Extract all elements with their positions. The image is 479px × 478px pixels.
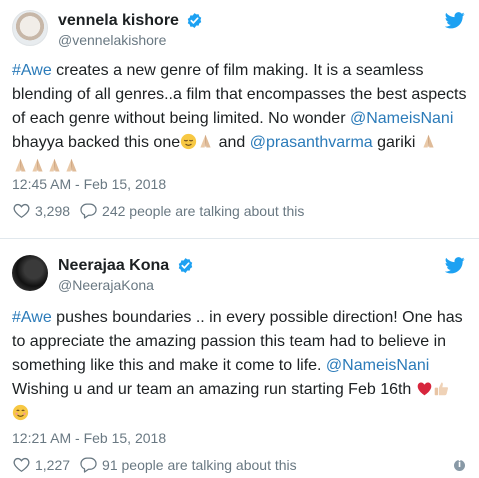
comment-bubble-icon (80, 203, 97, 219)
hashtag-link[interactable]: #Awe (12, 62, 52, 79)
smiling-face-emoji (12, 404, 29, 421)
mention-link[interactable]: @NameisNani (326, 357, 429, 374)
comment-bubble-icon (80, 457, 97, 473)
handle[interactable]: @vennelakishore (58, 31, 203, 49)
like-button[interactable]: 3,298 (12, 201, 70, 220)
like-count: 1,227 (35, 456, 71, 473)
tweet-timestamp[interactable]: 12:21 AM - Feb 15, 2018 (12, 429, 166, 447)
display-name[interactable]: vennela kishore (58, 11, 179, 30)
folded-hands-emoji (15, 158, 26, 172)
like-button[interactable]: 1,227 (12, 455, 70, 474)
twitter-bird-icon[interactable] (445, 257, 465, 274)
info-icon[interactable]: i (454, 460, 465, 471)
red-heart-emoji (417, 382, 432, 396)
tweet-text-segment: gariki (372, 134, 420, 151)
tweet-text: #Awe creates a new genre of film making.… (12, 59, 467, 179)
folded-hands-emoji (49, 158, 60, 172)
heart-icon (13, 457, 30, 472)
tweet-timestamp[interactable]: 12:45 AM - Feb 15, 2018 (12, 175, 166, 193)
mention-link[interactable]: @NameisNani (350, 110, 453, 127)
display-name[interactable]: Neerajaa Kona (58, 256, 169, 275)
talking-link[interactable]: 242 people are talking about this (79, 201, 304, 220)
handle[interactable]: @NeerajaKona (58, 276, 194, 294)
mention-link[interactable]: @prasanthvarma (250, 134, 373, 151)
folded-hands-emoji (423, 134, 434, 148)
tweet-text-segment: and (214, 134, 250, 151)
avatar[interactable] (12, 255, 48, 291)
tweet-header: vennela kishore @vennelakishore (12, 10, 467, 50)
twitter-bird-icon[interactable] (445, 12, 465, 29)
talking-count: 242 people are talking about this (102, 202, 305, 219)
author-names: Neerajaa Kona @NeerajaKona (58, 256, 194, 294)
folded-hands-emoji (66, 158, 77, 172)
verified-badge-icon (178, 258, 192, 273)
folded-hands-emoji (200, 134, 211, 148)
talking-link[interactable]: 91 people are talking about this (79, 455, 297, 474)
avatar[interactable] (12, 10, 48, 46)
verified-badge-icon (188, 13, 202, 28)
author-names: vennela kishore @vennelakishore (58, 11, 203, 49)
tweet-text-segment: bhayya backed this one (12, 134, 181, 151)
tweet-card: vennela kishore @vennelakishore #Awe cre… (0, 0, 479, 238)
tweet-text: #Awe pushes boundaries .. in every possi… (12, 306, 467, 426)
like-count: 3,298 (35, 202, 71, 219)
heart-icon (13, 203, 30, 218)
tweet-text-segment: Wishing u and ur team an amazing run sta… (12, 381, 412, 398)
tweet-actions: 3,298 242 people are talking about this (12, 201, 313, 220)
hashtag-link[interactable]: #Awe (12, 309, 52, 326)
thumbs-up-emoji (434, 382, 448, 396)
talking-count: 91 people are talking about this (102, 456, 297, 473)
folded-hands-emoji (32, 158, 43, 172)
relieved-face-emoji (180, 133, 197, 150)
tweet-actions: 1,227 91 people are talking about this (12, 455, 306, 474)
tweet-header: Neerajaa Kona @NeerajaKona (12, 255, 467, 295)
tweet-card: Neerajaa Kona @NeerajaKona #Awe pushes b… (0, 239, 479, 478)
